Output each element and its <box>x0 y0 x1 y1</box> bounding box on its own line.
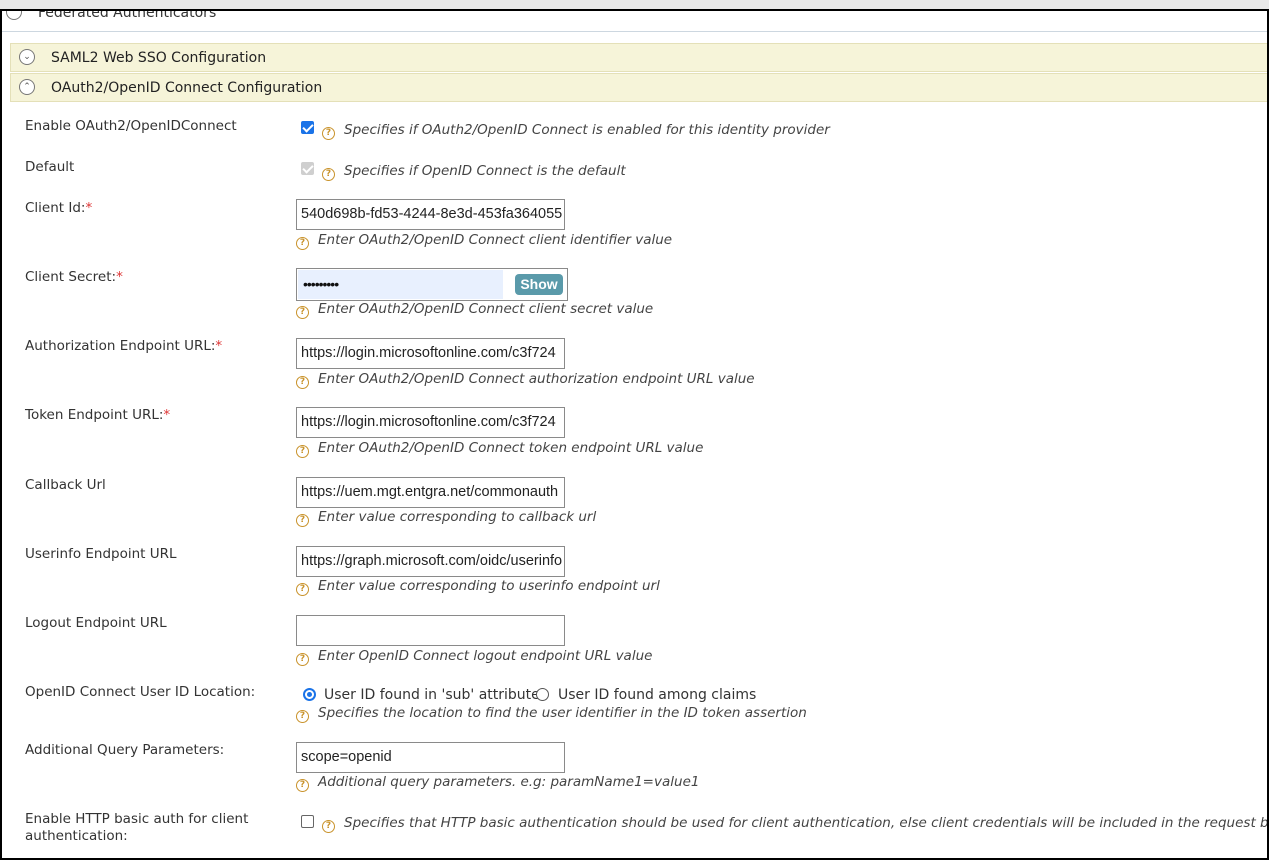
question-circle-icon[interactable]: ? <box>322 167 335 181</box>
enable-oauth-hint-text: Specifies if OAuth2/OpenID Connect is en… <box>344 122 830 138</box>
user-id-location-label: OpenID Connect User ID Location: <box>25 684 256 700</box>
query-params-input[interactable]: scope=openid <box>296 742 565 773</box>
question-circle-icon[interactable]: ? <box>296 652 309 666</box>
question-circle-icon[interactable]: ? <box>296 582 309 596</box>
token-endpoint-label: Token Endpoint URL:* <box>25 407 170 424</box>
enable-oauth-checkbox[interactable] <box>301 121 314 134</box>
chevron-up-icon[interactable]: ⌃ <box>6 11 22 20</box>
question-circle-icon[interactable]: ? <box>296 513 309 527</box>
required-marker: * <box>163 407 171 423</box>
client-id-input[interactable]: 540d698b-fd53-4244-8e3d-453fa364055 <box>296 199 565 230</box>
client-secret-input[interactable]: ••••••••• <box>298 270 503 299</box>
callback-url-label: Callback Url <box>25 477 106 493</box>
question-circle-icon[interactable]: ? <box>296 375 309 389</box>
http-basic-label-line1: Enable HTTP basic auth for client <box>25 811 249 827</box>
http-basic-checkbox[interactable] <box>301 815 314 828</box>
auth-endpoint-hint: ? Enter OAuth2/OpenID Connect authorizati… <box>296 371 755 389</box>
callback-url-hint-text: Enter value corresponding to callback ur… <box>318 509 597 525</box>
auth-endpoint-input[interactable]: https://login.microsoftonline.com/c3f724 <box>296 338 565 369</box>
logout-endpoint-label: Logout Endpoint URL <box>25 615 167 631</box>
client-secret-hint-text: Enter OAuth2/OpenID Connect client secre… <box>318 301 654 317</box>
enable-oauth-label: Enable OAuth2/OpenIDConnect <box>25 118 237 134</box>
question-circle-icon[interactable]: ? <box>296 236 309 250</box>
logout-endpoint-hint-text: Enter OpenID Connect logout endpoint URL… <box>318 648 653 664</box>
http-basic-hint: ? Specifies that HTTP basic authenticatio… <box>322 815 1269 833</box>
http-basic-label-line2: authentication: <box>25 828 128 844</box>
show-secret-button[interactable]: Show <box>515 274 563 295</box>
radio-sub-attribute[interactable] <box>303 688 316 701</box>
logout-endpoint-input[interactable] <box>296 615 565 646</box>
form-frame: ⌃ Federated Authenticators ⌄ SAML2 Web S… <box>0 9 1269 860</box>
saml2-section-header[interactable]: ⌄ SAML2 Web SSO Configuration <box>10 43 1267 72</box>
client-id-label: Client Id:* <box>25 200 92 217</box>
required-marker: * <box>116 269 123 285</box>
query-params-hint: ? Additional query parameters. e.g: param… <box>296 774 699 792</box>
radio-among-claims[interactable] <box>536 688 549 701</box>
client-id-label-text: Client Id: <box>25 200 86 216</box>
http-basic-label: Enable HTTP basic auth for client authen… <box>25 811 248 845</box>
user-id-location-hint: ? Specifies the location to find the user… <box>296 705 807 723</box>
query-params-hint-text: Additional query parameters. e.g: paramN… <box>318 774 700 790</box>
token-endpoint-hint-text: Enter OAuth2/OpenID Connect token endpoi… <box>318 440 704 456</box>
question-circle-icon[interactable]: ? <box>296 444 309 458</box>
chevron-down-icon[interactable]: ⌄ <box>19 49 35 65</box>
question-circle-icon[interactable]: ? <box>322 819 335 833</box>
callback-url-input[interactable]: https://uem.mgt.entgra.net/commonauth <box>296 477 565 508</box>
default-checkbox <box>301 162 314 175</box>
callback-url-hint: ? Enter value corresponding to callback u… <box>296 509 596 527</box>
auth-endpoint-label: Authorization Endpoint URL:* <box>25 338 222 355</box>
query-params-label: Additional Query Parameters: <box>25 742 225 758</box>
oauth2-section-title: OAuth2/OpenID Connect Configuration <box>51 80 323 96</box>
user-id-location-hint-text: Specifies the location to find the user … <box>318 705 807 721</box>
enable-oauth-hint: ? Specifies if OAuth2/OpenID Connect is e… <box>322 122 830 140</box>
auth-endpoint-label-text: Authorization Endpoint URL: <box>25 338 216 354</box>
saml2-section-title: SAML2 Web SSO Configuration <box>51 50 267 66</box>
client-secret-field: ••••••••• Show <box>296 268 568 301</box>
federated-authenticators-header[interactable]: ⌃ Federated Authenticators <box>2 11 1267 32</box>
token-endpoint-input[interactable]: https://login.microsoftonline.com/c3f724 <box>296 407 565 438</box>
token-endpoint-hint: ? Enter OAuth2/OpenID Connect token endpo… <box>296 440 703 458</box>
question-circle-icon[interactable]: ? <box>296 778 309 792</box>
federated-authenticators-title: Federated Authenticators <box>38 11 217 21</box>
logout-endpoint-hint: ? Enter OpenID Connect logout endpoint UR… <box>296 648 652 666</box>
userinfo-endpoint-hint: ? Enter value corresponding to userinfo e… <box>296 578 660 596</box>
http-basic-hint-text: Specifies that HTTP basic authentication… <box>344 815 1269 831</box>
client-id-hint-text: Enter OAuth2/OpenID Connect client ident… <box>318 232 673 248</box>
userinfo-endpoint-hint-text: Enter value corresponding to userinfo en… <box>318 578 660 594</box>
chevron-up-icon[interactable]: ⌃ <box>19 79 35 95</box>
token-endpoint-label-text: Token Endpoint URL: <box>25 407 164 423</box>
client-id-hint: ? Enter OAuth2/OpenID Connect client iden… <box>296 232 672 250</box>
required-marker: * <box>215 338 223 354</box>
default-hint: ? Specifies if OpenID Connect is the defa… <box>322 163 626 181</box>
userinfo-endpoint-input[interactable]: https://graph.microsoft.com/oidc/userinf… <box>296 546 565 577</box>
question-circle-icon[interactable]: ? <box>296 305 309 319</box>
radio-sub-attribute-label[interactable]: User ID found in 'sub' attribute <box>324 687 540 703</box>
question-circle-icon[interactable]: ? <box>322 126 335 140</box>
userinfo-endpoint-label: Userinfo Endpoint URL <box>25 546 177 562</box>
oauth2-section-header[interactable]: ⌃ OAuth2/OpenID Connect Configuration <box>10 73 1267 102</box>
auth-endpoint-hint-text: Enter OAuth2/OpenID Connect authorizatio… <box>318 371 755 387</box>
client-secret-hint: ? Enter OAuth2/OpenID Connect client secr… <box>296 301 653 319</box>
default-hint-text: Specifies if OpenID Connect is the defau… <box>344 163 626 179</box>
question-circle-icon[interactable]: ? <box>296 709 309 723</box>
default-label: Default <box>25 159 75 175</box>
client-secret-label-text: Client Secret: <box>25 269 117 285</box>
radio-among-claims-label[interactable]: User ID found among claims <box>558 687 756 703</box>
client-secret-label: Client Secret:* <box>25 269 123 286</box>
required-marker: * <box>85 200 93 216</box>
